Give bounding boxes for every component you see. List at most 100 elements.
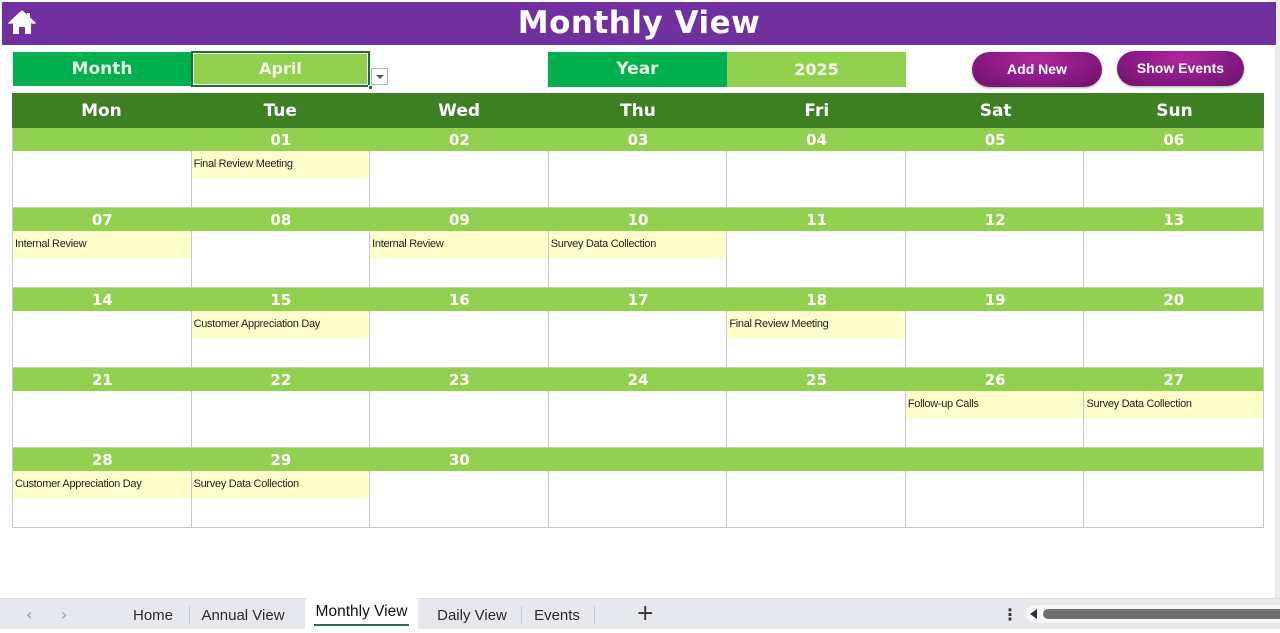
date-number: 20 — [1163, 291, 1185, 309]
day-cell[interactable] — [727, 391, 906, 447]
day-cell[interactable] — [905, 471, 1085, 527]
tab-events[interactable]: Events — [524, 599, 590, 630]
date-number: 02 — [449, 131, 470, 149]
day-cell[interactable] — [370, 311, 549, 367]
show-events-button[interactable]: Show Events — [1117, 51, 1244, 86]
date-number: 14 — [91, 291, 113, 309]
event-item[interactable]: Customer Appreciation Day — [13, 471, 191, 499]
month-select[interactable]: April — [191, 51, 370, 87]
window-edge — [1276, 0, 1280, 598]
date-number: 28 — [91, 451, 113, 469]
next-sheet-button[interactable]: › — [61, 605, 67, 624]
horizontal-scrollbar[interactable] — [1026, 605, 1280, 623]
day-cell[interactable] — [13, 311, 192, 367]
tab-home[interactable]: Home — [122, 599, 184, 630]
day-cell[interactable] — [370, 391, 549, 447]
day-cell[interactable] — [191, 231, 371, 287]
event-item[interactable]: Survey Data Collection — [1084, 391, 1264, 419]
day-cell[interactable] — [548, 151, 728, 207]
day-cell[interactable]: Customer Appreciation Day — [191, 311, 371, 367]
day-cell[interactable]: Final Review Meeting — [191, 151, 371, 207]
add-sheet-button[interactable]: + — [636, 601, 654, 626]
calendar-weeks: 01 02 03 04 05 06 Final Review Meeting 07 08 09 10… — [12, 128, 1264, 528]
event-item[interactable]: Survey Data Collection — [548, 231, 727, 259]
event-item[interactable]: Customer Appreciation Day — [191, 311, 370, 339]
event-row: Final Review Meeting — [13, 151, 1264, 208]
tab-annual-view[interactable]: Annual View — [192, 599, 294, 630]
month-dropdown-button[interactable] — [371, 68, 388, 85]
day-cell[interactable] — [1084, 471, 1264, 527]
day-cell[interactable]: Customer Appreciation Day — [13, 471, 192, 527]
date-number: 22 — [270, 371, 292, 389]
calendar-week: 07 08 09 10 11 12 13 Internal Review Internal Re… — [12, 208, 1264, 288]
day-cell[interactable]: Survey Data Collection — [1084, 391, 1264, 447]
day-cell[interactable]: Survey Data Collection — [548, 231, 728, 287]
day-cell[interactable] — [727, 231, 906, 287]
calendar-week: 01 02 03 04 05 06 Final Review Meeting — [12, 128, 1264, 208]
calendar-week: 28 29 30 Customer Appreciation Day Survey Da… — [12, 448, 1264, 528]
day-cell[interactable] — [727, 151, 906, 207]
event-item[interactable]: Internal Review — [370, 231, 548, 259]
day-cell[interactable]: Internal Review — [13, 231, 192, 287]
date-number — [549, 448, 728, 471]
day-cell[interactable]: Final Review Meeting — [727, 311, 906, 367]
date-row: 01 02 03 04 05 06 — [13, 128, 1263, 151]
day-cell[interactable] — [1084, 311, 1264, 367]
day-cell[interactable]: Follow-up Calls — [905, 391, 1085, 447]
date-number: 23 — [449, 371, 470, 389]
day-cell[interactable]: Survey Data Collection — [191, 471, 371, 527]
date-number: 10 — [627, 211, 649, 229]
month-label: Month — [13, 52, 191, 86]
active-tab-indicator — [314, 624, 409, 626]
date-number — [727, 448, 906, 471]
event-row: Internal Review Internal Review Survey Dat… — [13, 231, 1264, 288]
add-new-button[interactable]: Add New — [972, 52, 1102, 87]
day-cell[interactable]: Internal Review — [370, 231, 549, 287]
date-number: 06 — [1163, 131, 1185, 149]
event-item[interactable]: Final Review Meeting — [727, 311, 905, 339]
tab-daily-view[interactable]: Daily View — [428, 599, 516, 630]
date-number: 09 — [449, 211, 470, 229]
event-row: Customer Appreciation Day Survey Data Col… — [13, 471, 1264, 528]
tab-monthly-view[interactable]: Monthly View — [305, 598, 418, 630]
date-number: 29 — [270, 451, 292, 469]
day-cell[interactable] — [905, 151, 1085, 207]
day-cell[interactable] — [13, 151, 192, 207]
day-cell[interactable] — [191, 391, 371, 447]
date-number: 07 — [91, 211, 113, 229]
year-label: Year — [548, 52, 727, 87]
scrollbar-thumb[interactable] — [1043, 609, 1280, 619]
date-number: 13 — [1163, 211, 1185, 229]
more-options-icon[interactable]: ⋮ — [1002, 605, 1018, 624]
prev-sheet-button[interactable]: ‹ — [26, 605, 32, 624]
day-cell[interactable] — [13, 391, 192, 447]
date-number: 17 — [627, 291, 649, 309]
day-cell[interactable] — [548, 311, 728, 367]
day-cell[interactable] — [370, 151, 549, 207]
cell-fill-handle[interactable] — [368, 85, 373, 90]
day-cell[interactable] — [370, 471, 549, 527]
event-row: Follow-up Calls Survey Data Collection — [13, 391, 1264, 448]
dow-fri: Fri — [804, 101, 830, 121]
day-cell[interactable] — [548, 391, 728, 447]
day-cell[interactable] — [548, 471, 728, 527]
title-bar: Monthly View — [2, 2, 1276, 45]
day-cell[interactable] — [905, 231, 1085, 287]
event-item[interactable]: Survey Data Collection — [191, 471, 370, 499]
day-cell[interactable] — [1084, 231, 1264, 287]
tab-separator — [521, 606, 522, 624]
date-number: 04 — [806, 131, 828, 149]
day-cell[interactable] — [905, 311, 1085, 367]
event-item[interactable]: Final Review Meeting — [191, 151, 370, 179]
date-number — [906, 448, 1085, 471]
event-item[interactable]: Internal Review — [13, 231, 191, 259]
event-item[interactable]: Follow-up Calls — [905, 391, 1084, 419]
day-cell[interactable] — [727, 471, 906, 527]
tab-separator — [594, 606, 595, 624]
day-cell[interactable] — [1084, 151, 1264, 207]
dow-sat: Sat — [979, 101, 1012, 121]
scroll-left-icon[interactable] — [1030, 609, 1037, 619]
date-number: 24 — [627, 371, 649, 389]
year-input[interactable]: 2025 — [727, 52, 906, 87]
calendar-week: 14 15 16 17 18 19 20 Customer Appreciation Day F… — [12, 288, 1264, 368]
